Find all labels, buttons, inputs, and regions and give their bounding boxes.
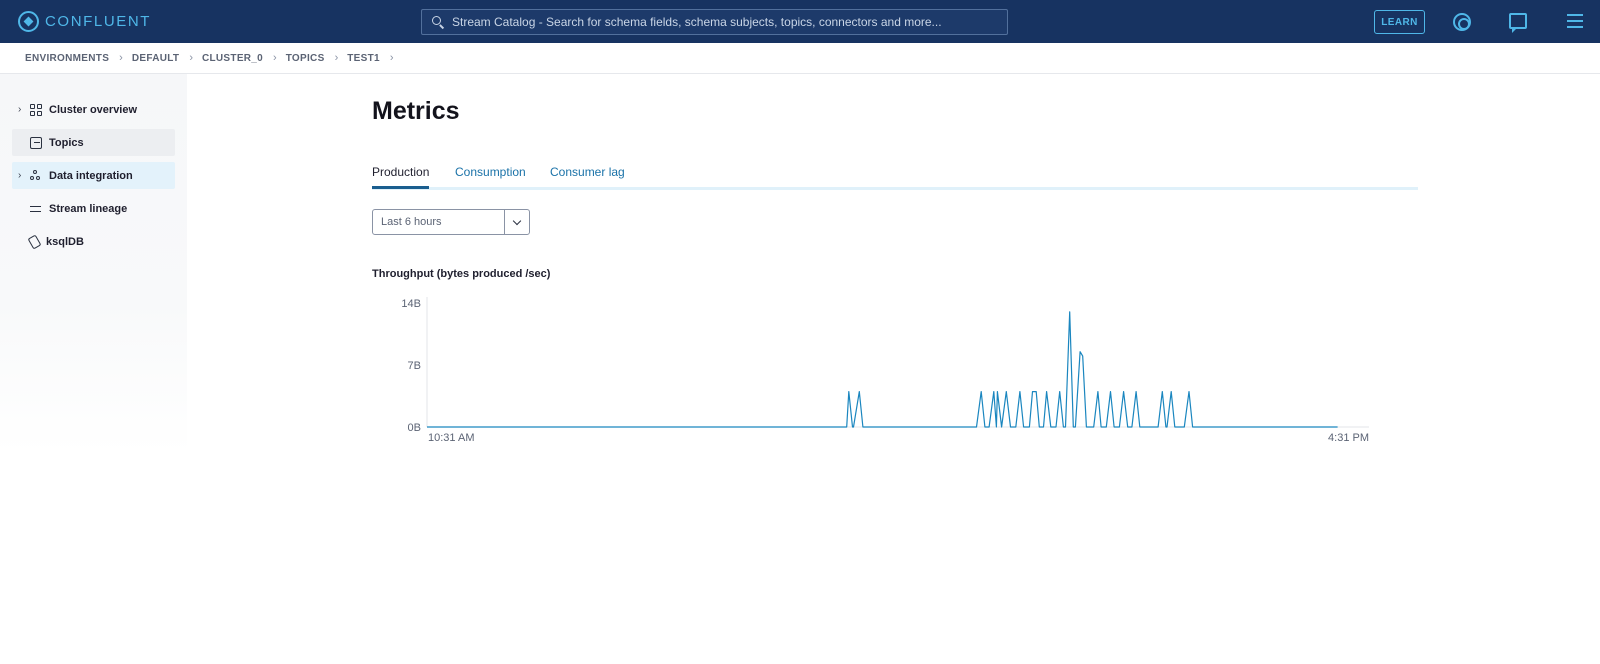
search-icon — [432, 16, 444, 28]
sidebar-item-label: ksqlDB — [46, 235, 84, 248]
breadcrumb-test1[interactable]: TEST1 — [347, 53, 380, 64]
tab-consumption[interactable]: Consumption — [455, 165, 526, 179]
chevron-down-icon — [512, 216, 522, 225]
breadcrumb-environments[interactable]: ENVIRONMENTS — [25, 53, 109, 64]
page-title: Metrics — [372, 97, 460, 125]
chevron-right-icon: › — [273, 52, 277, 64]
sidebar-item-label: Data integration — [49, 169, 133, 182]
chevron-right-icon[interactable]: › — [18, 104, 28, 115]
confluent-logo[interactable]: CONFLUENT — [18, 11, 151, 32]
top-navigation-bar: CONFLUENT LEARN — [0, 0, 1600, 43]
tab-consumer-lag[interactable]: Consumer lag — [550, 165, 625, 179]
chevron-right-icon: › — [334, 52, 339, 64]
logo-text: CONFLUENT — [45, 13, 152, 30]
stream-catalog-search[interactable] — [421, 9, 1008, 35]
sidebar-item-label: Cluster overview — [49, 103, 138, 116]
y-tick-label: 7B — [408, 360, 421, 372]
ksqldb-icon — [27, 234, 42, 249]
tab-production[interactable]: Production — [372, 165, 430, 189]
sidebar-item-data-integration[interactable]: › Data integration — [12, 162, 175, 189]
lineage-icon — [30, 203, 42, 215]
breadcrumb-topics[interactable]: TOPICS — [286, 53, 325, 64]
time-range-select[interactable]: Last 6 hours — [372, 209, 530, 235]
metrics-tabs: Production Consumption Consumer lag — [372, 160, 1418, 190]
chart-title: Throughput (bytes produced /sec) — [372, 268, 551, 280]
sidebar-item-cluster-overview[interactable]: › Cluster overview — [12, 96, 175, 123]
y-tick-label: 14B — [401, 298, 421, 310]
time-range-dropdown-button[interactable] — [504, 210, 529, 234]
learn-button[interactable]: LEARN — [1374, 10, 1425, 34]
chevron-right-icon: › — [389, 52, 394, 64]
data-integration-icon — [30, 169, 42, 182]
breadcrumb-default[interactable]: DEFAULT — [132, 53, 179, 64]
breadcrumb-cluster[interactable]: CLUSTER_0 — [202, 53, 263, 64]
sidebar-item-ksqldb[interactable]: ksqlDB — [12, 228, 175, 255]
time-range-value: Last 6 hours — [381, 216, 442, 228]
chevron-right-icon: › — [189, 52, 193, 64]
throughput-series-line — [427, 311, 1338, 428]
sidebar-item-label: Topics — [49, 136, 84, 149]
hamburger-menu-icon[interactable] — [1567, 14, 1583, 28]
search-input[interactable] — [444, 15, 1007, 29]
y-tick-label: 0B — [408, 422, 421, 434]
confluent-logo-icon — [18, 11, 39, 32]
chevron-right-icon[interactable]: › — [18, 170, 28, 181]
grid-icon — [30, 103, 42, 116]
help-lifebuoy-icon[interactable] — [1453, 13, 1471, 31]
sidebar: › Cluster overview Topics › Data integra… — [0, 74, 187, 454]
sidebar-item-stream-lineage[interactable]: Stream lineage — [12, 195, 175, 222]
sidebar-item-label: Stream lineage — [49, 202, 128, 215]
throughput-chart: 14B 7B 0B 10:31 AM 4:31 PM — [401, 297, 1369, 444]
x-tick-label: 4:31 PM — [1328, 432, 1369, 444]
chevron-right-icon: › — [119, 52, 123, 64]
x-tick-label: 10:31 AM — [428, 432, 474, 444]
chat-icon[interactable] — [1509, 13, 1527, 33]
sidebar-item-topics[interactable]: Topics — [12, 129, 175, 156]
breadcrumb: ENVIRONMENTS › DEFAULT › CLUSTER_0 › TOP… — [0, 43, 1600, 74]
topic-icon — [30, 136, 42, 149]
